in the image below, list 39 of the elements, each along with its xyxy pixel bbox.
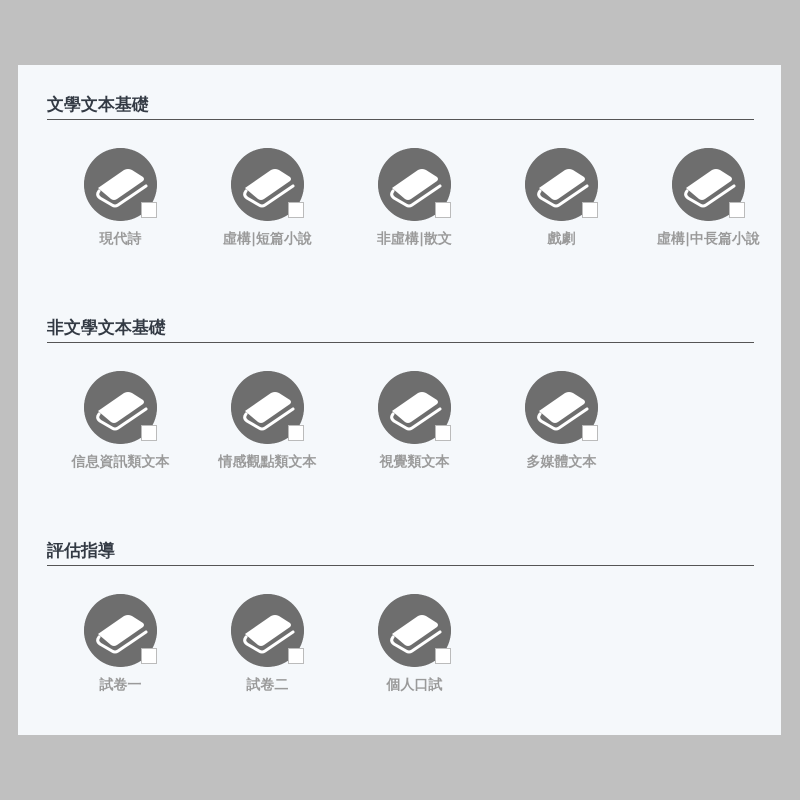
item-label[interactable]: 試卷一 xyxy=(100,675,142,696)
book-icon[interactable] xyxy=(672,148,745,222)
checkbox[interactable] xyxy=(141,425,157,442)
item-label[interactable]: 虛構|短篇小說 xyxy=(222,229,312,250)
book-icon[interactable] xyxy=(231,371,304,444)
item-label[interactable]: 現代詩 xyxy=(100,229,142,250)
book-icon[interactable] xyxy=(84,371,157,444)
item-label[interactable]: 信息資訊類文本 xyxy=(72,452,170,474)
checkbox[interactable] xyxy=(435,202,451,218)
checkbox[interactable] xyxy=(729,202,745,218)
checkbox[interactable] xyxy=(582,425,598,442)
item-label[interactable]: 多媒體文本 xyxy=(526,452,596,474)
checkbox[interactable] xyxy=(141,202,157,218)
book-icon[interactable] xyxy=(525,148,598,222)
section-heading: 文學文本基礎 xyxy=(47,95,754,120)
checkbox[interactable] xyxy=(288,648,304,664)
checkbox[interactable] xyxy=(141,648,157,664)
checkbox[interactable] xyxy=(435,648,451,664)
item-label[interactable]: 視覺類文本 xyxy=(380,452,450,474)
section-heading: 非文學文本基礎 xyxy=(47,318,754,344)
checkbox[interactable] xyxy=(288,425,304,442)
item-label[interactable]: 虛構|中長篇小說 xyxy=(656,229,760,250)
item-label[interactable]: 戲劇 xyxy=(548,229,576,250)
section-heading: 評估指導 xyxy=(47,541,754,566)
book-icon[interactable] xyxy=(378,148,451,222)
checkbox[interactable] xyxy=(582,202,598,218)
book-icon[interactable] xyxy=(231,148,304,222)
book-icon[interactable] xyxy=(525,371,598,444)
item-label[interactable]: 情感觀點類文本 xyxy=(218,452,316,474)
checkbox[interactable] xyxy=(435,425,451,442)
book-icon[interactable] xyxy=(378,594,451,668)
item-label[interactable]: 非虛構|散文 xyxy=(376,229,452,250)
checkbox[interactable] xyxy=(288,202,304,218)
book-icon[interactable] xyxy=(378,371,451,444)
item-label[interactable]: 個人口試 xyxy=(386,675,442,696)
book-icon[interactable] xyxy=(84,594,157,668)
item-label[interactable]: 試卷二 xyxy=(246,675,288,696)
book-icon[interactable] xyxy=(231,594,304,668)
book-icon[interactable] xyxy=(84,148,157,222)
